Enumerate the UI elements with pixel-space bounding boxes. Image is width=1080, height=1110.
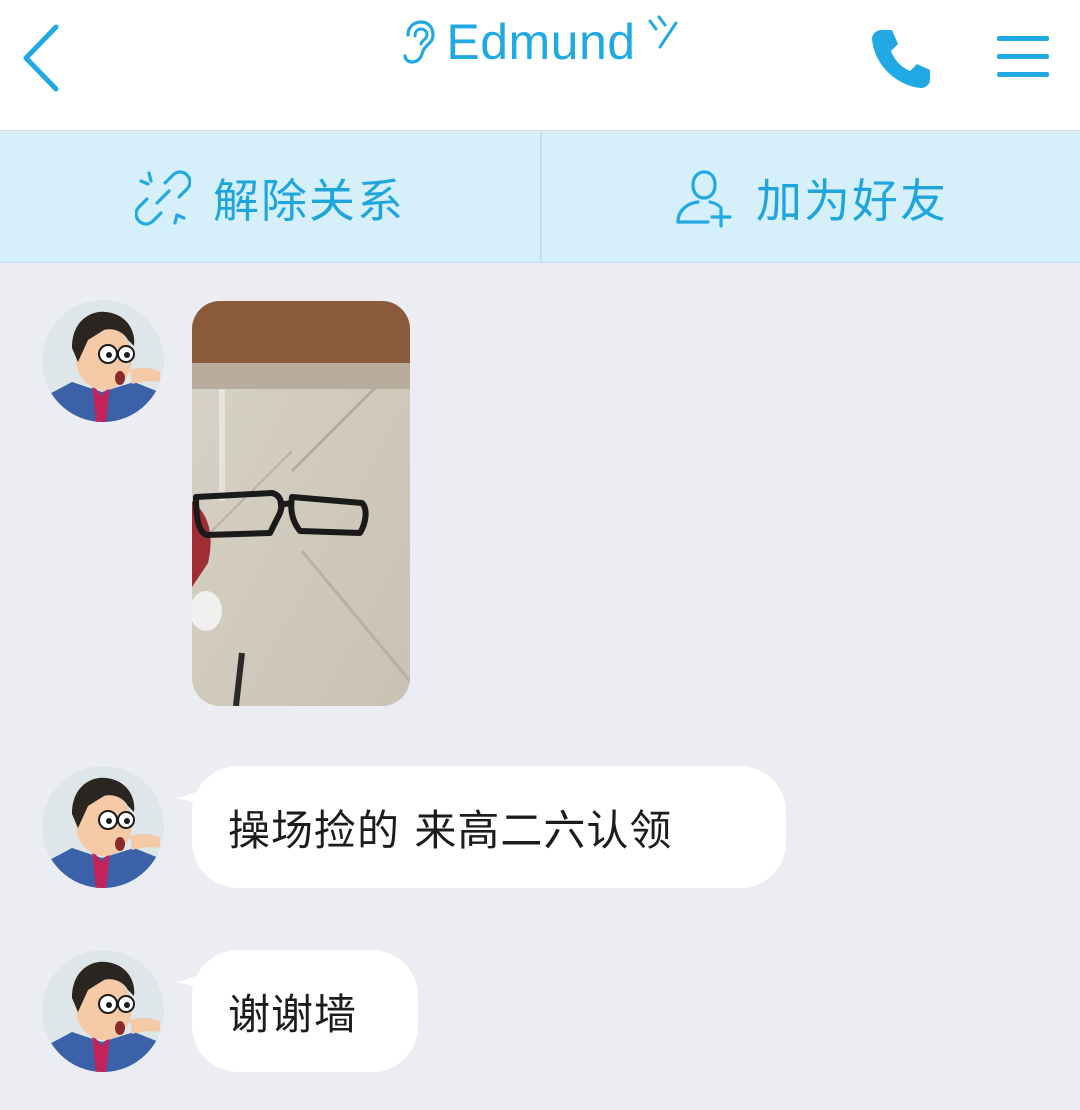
- unlink-icon: [135, 169, 191, 226]
- message-text: 操场捡的 来高二六认领: [228, 805, 673, 855]
- add-friend-label: 加为好友: [756, 173, 948, 228]
- contact-avatar[interactable]: [42, 766, 164, 888]
- add-friend-icon: [676, 169, 732, 228]
- unlink-relationship-button[interactable]: 解除关系: [0, 132, 540, 263]
- glasses-photo: [192, 301, 410, 706]
- hamburger-menu-icon: [997, 36, 1049, 77]
- contact-name: Edmund: [446, 14, 636, 70]
- text-message-bubble[interactable]: 操场捡的 来高二六认领: [192, 766, 786, 888]
- chat-message-list[interactable]: 操场捡的 来高二六认领 谢谢墙: [0, 264, 1080, 1110]
- unlink-relationship-label: 解除关系: [213, 173, 405, 228]
- relationship-action-bar: 解除关系 加为好友: [0, 132, 1080, 263]
- add-friend-button[interactable]: 加为好友: [540, 132, 1080, 263]
- menu-button[interactable]: [988, 26, 1058, 88]
- contact-avatar[interactable]: [42, 950, 164, 1072]
- image-message[interactable]: [192, 301, 410, 706]
- signal-icon: [648, 15, 678, 49]
- cartoon-avatar-icon: [42, 950, 164, 1072]
- cartoon-avatar-icon: [42, 766, 164, 888]
- text-message-bubble[interactable]: 谢谢墙: [192, 950, 418, 1072]
- cartoon-avatar-icon: [42, 300, 164, 422]
- phone-icon: [872, 30, 930, 88]
- message-text: 谢谢墙: [228, 989, 358, 1039]
- ear-icon: [403, 20, 435, 64]
- voice-call-button[interactable]: [862, 22, 940, 96]
- top-navigation-bar: Edmund: [0, 0, 1080, 131]
- contact-avatar[interactable]: [42, 300, 164, 422]
